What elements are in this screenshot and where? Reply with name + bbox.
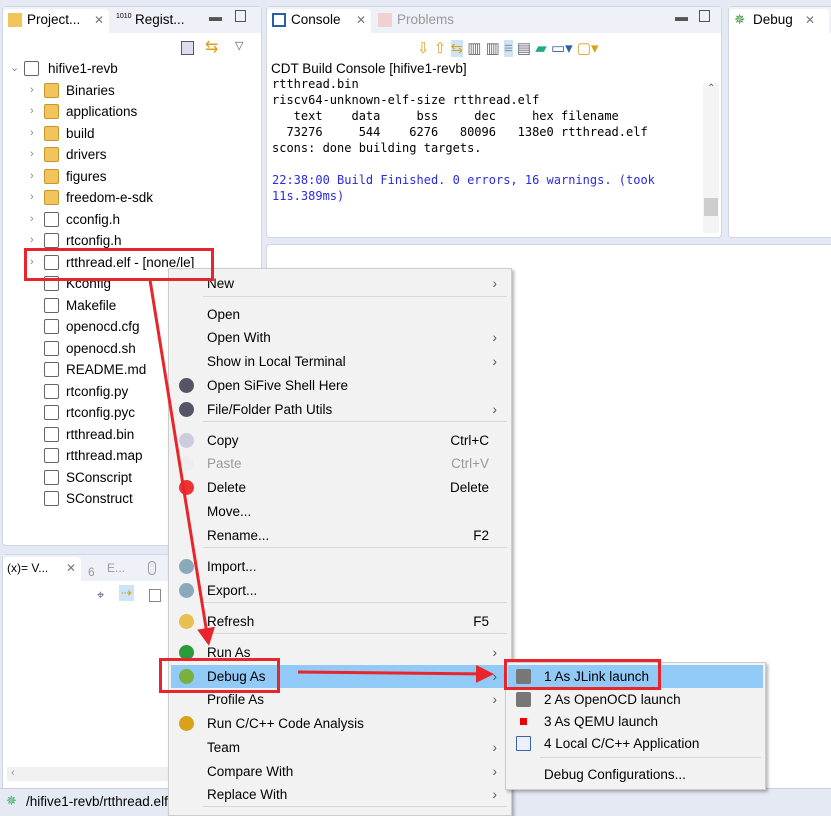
- arrow-to-debug-as: [148, 279, 215, 646]
- annotation-arrows: [148, 279, 494, 683]
- arrow-to-jlink: [297, 664, 494, 683]
